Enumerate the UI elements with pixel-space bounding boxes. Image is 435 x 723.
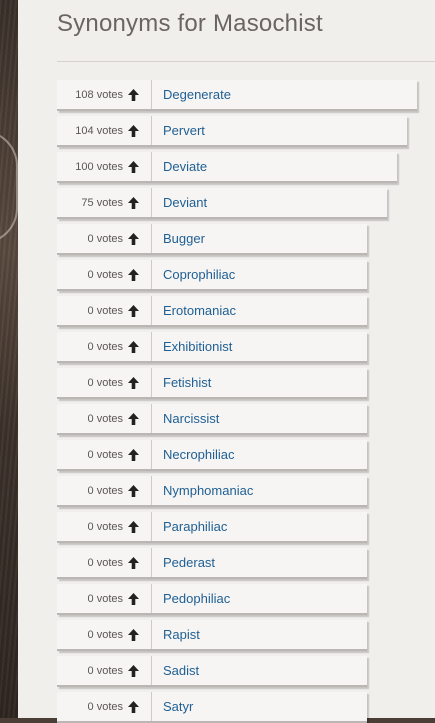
vote-count: 0 votes	[87, 556, 123, 569]
synonym-row: 0 votes Sadist	[57, 656, 367, 687]
vote-count: 0 votes	[87, 484, 123, 497]
synonym-row: 0 votes Necrophiliac	[57, 440, 367, 471]
vote-count: 0 votes	[87, 628, 123, 641]
synonym-row: 0 votes Fetishist	[57, 368, 367, 399]
synonym-link[interactable]: Fetishist	[152, 375, 211, 390]
synonym-row: 0 votes Satyr	[57, 692, 367, 723]
vote-cell: 0 votes	[57, 512, 152, 541]
synonym-row: 0 votes Narcissist	[57, 404, 367, 435]
synonym-link[interactable]: Pedophiliac	[152, 591, 230, 606]
synonym-row: 104 votes Pervert	[57, 116, 407, 147]
synonym-row: 100 votes Deviate	[57, 152, 397, 183]
upvote-arrow-icon[interactable]	[128, 628, 139, 641]
synonym-row: 0 votes Exhibitionist	[57, 332, 367, 363]
synonym-row: 108 votes Degenerate	[57, 80, 417, 111]
upvote-arrow-icon[interactable]	[128, 268, 139, 281]
vote-cell: 108 votes	[57, 80, 152, 109]
upvote-arrow-icon[interactable]	[128, 304, 139, 317]
vote-cell: 100 votes	[57, 152, 152, 181]
vote-count: 0 votes	[87, 592, 123, 605]
synonym-link[interactable]: Deviate	[152, 159, 207, 174]
synonym-link[interactable]: Narcissist	[152, 411, 219, 426]
vote-count: 0 votes	[87, 664, 123, 677]
upvote-arrow-icon[interactable]	[128, 484, 139, 497]
synonym-link[interactable]: Necrophiliac	[152, 447, 235, 462]
upvote-arrow-icon[interactable]	[128, 376, 139, 389]
vote-count: 0 votes	[87, 304, 123, 317]
vote-cell: 0 votes	[57, 332, 152, 361]
vote-cell: 0 votes	[57, 404, 152, 433]
synonym-link[interactable]: Exhibitionist	[152, 339, 232, 354]
upvote-arrow-icon[interactable]	[128, 448, 139, 461]
synonym-link[interactable]: Pervert	[152, 123, 205, 138]
vote-count: 100 votes	[75, 160, 123, 173]
synonym-row: 0 votes Pedophiliac	[57, 584, 367, 615]
vote-cell: 0 votes	[57, 476, 152, 505]
upvote-arrow-icon[interactable]	[128, 88, 139, 101]
upvote-arrow-icon[interactable]	[128, 412, 139, 425]
vote-count: 0 votes	[87, 268, 123, 281]
synonym-link[interactable]: Deviant	[152, 195, 207, 210]
vote-cell: 75 votes	[57, 188, 152, 217]
vote-cell: 0 votes	[57, 656, 152, 685]
vote-count: 0 votes	[87, 376, 123, 389]
wood-decoration	[0, 130, 18, 244]
synonym-row: 0 votes Nymphomaniac	[57, 476, 367, 507]
vote-cell: 0 votes	[57, 440, 152, 469]
page-title: Synonyms for Masochist	[57, 10, 323, 37]
upvote-arrow-icon[interactable]	[128, 664, 139, 677]
vote-count: 0 votes	[87, 520, 123, 533]
synonym-link[interactable]: Sadist	[152, 663, 199, 678]
vote-count: 0 votes	[87, 448, 123, 461]
upvote-arrow-icon[interactable]	[128, 592, 139, 605]
synonyms-panel: Synonyms for Masochist 108 votes Degenera…	[18, 0, 435, 723]
vote-count: 0 votes	[87, 340, 123, 353]
synonym-row: 0 votes Erotomaniac	[57, 296, 367, 327]
vote-count: 0 votes	[87, 412, 123, 425]
synonym-link[interactable]: Paraphiliac	[152, 519, 227, 534]
synonym-row: 0 votes Paraphiliac	[57, 512, 367, 543]
upvote-arrow-icon[interactable]	[128, 520, 139, 533]
upvote-arrow-icon[interactable]	[128, 700, 139, 713]
vote-cell: 0 votes	[57, 692, 152, 721]
wood-background	[0, 0, 18, 718]
upvote-arrow-icon[interactable]	[128, 556, 139, 569]
upvote-arrow-icon[interactable]	[128, 232, 139, 245]
synonym-link[interactable]: Bugger	[152, 231, 205, 246]
vote-count: 108 votes	[75, 88, 123, 101]
synonym-link[interactable]: Satyr	[152, 699, 193, 714]
vote-count: 0 votes	[87, 232, 123, 245]
synonym-link[interactable]: Degenerate	[152, 87, 231, 102]
upvote-arrow-icon[interactable]	[128, 340, 139, 353]
upvote-arrow-icon[interactable]	[128, 196, 139, 209]
synonym-link[interactable]: Coprophiliac	[152, 267, 235, 282]
vote-count: 75 votes	[81, 196, 123, 209]
upvote-arrow-icon[interactable]	[128, 124, 139, 137]
synonym-link[interactable]: Pederast	[152, 555, 215, 570]
synonym-link[interactable]: Erotomaniac	[152, 303, 236, 318]
vote-cell: 104 votes	[57, 116, 152, 145]
synonym-row: 75 votes Deviant	[57, 188, 387, 219]
vote-cell: 0 votes	[57, 584, 152, 613]
vote-cell: 0 votes	[57, 368, 152, 397]
vote-cell: 0 votes	[57, 260, 152, 289]
synonym-link[interactable]: Nymphomaniac	[152, 483, 253, 498]
vote-cell: 0 votes	[57, 296, 152, 325]
synonym-row: 0 votes Coprophiliac	[57, 260, 367, 291]
vote-count: 0 votes	[87, 700, 123, 713]
synonym-row: 0 votes Rapist	[57, 620, 367, 651]
synonym-row: 0 votes Bugger	[57, 224, 367, 255]
vote-cell: 0 votes	[57, 620, 152, 649]
vote-cell: 0 votes	[57, 224, 152, 253]
title-divider	[57, 61, 435, 62]
vote-cell: 0 votes	[57, 548, 152, 577]
vote-count: 104 votes	[75, 124, 123, 137]
synonym-link[interactable]: Rapist	[152, 627, 200, 642]
upvote-arrow-icon[interactable]	[128, 160, 139, 173]
synonym-row: 0 votes Pederast	[57, 548, 367, 579]
